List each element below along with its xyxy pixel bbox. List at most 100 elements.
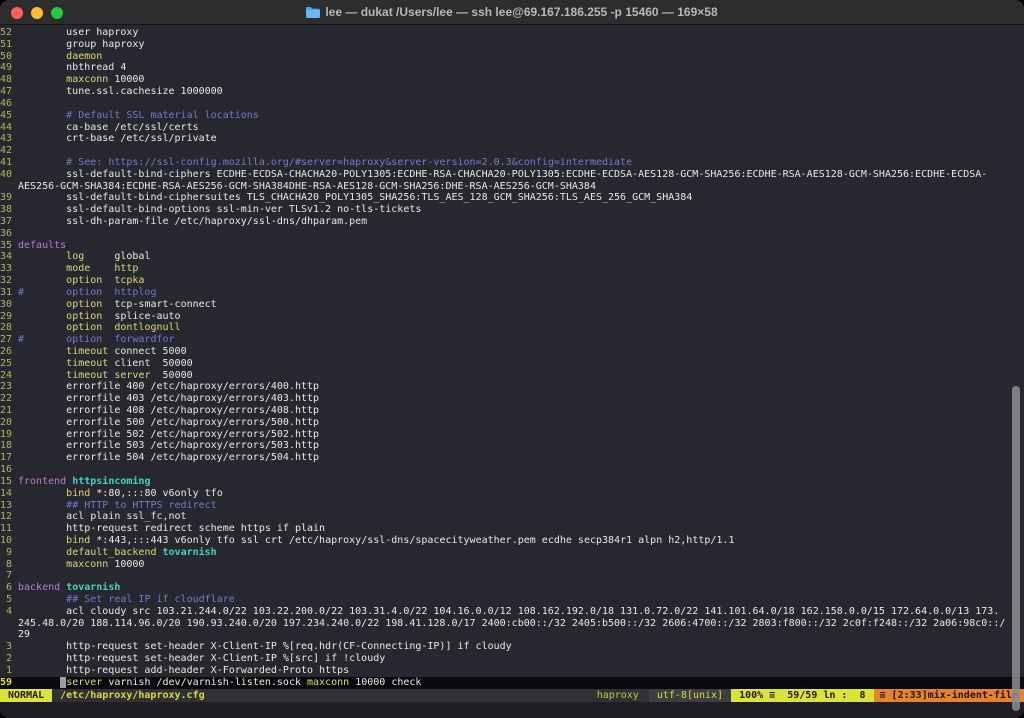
editor-line[interactable]: 5 ## Set real IP if cloudflare xyxy=(0,594,1024,606)
editor-line[interactable]: 26 timeout connect 5000 xyxy=(0,346,1024,358)
line-number: 6 xyxy=(0,582,18,594)
editor-line[interactable]: 25 timeout client 50000 xyxy=(0,358,1024,370)
close-button[interactable] xyxy=(11,7,23,19)
command-line[interactable] xyxy=(0,702,1024,718)
line-number: 43 xyxy=(0,133,18,145)
line-number: 15 xyxy=(0,476,18,488)
editor-line[interactable]: 38 ssl-default-bind-options ssl-min-ver … xyxy=(0,204,1024,216)
editor-line[interactable]: 10 bind *:443,:::443 v6only tfo ssl crt … xyxy=(0,535,1024,547)
line-text: http-request set-header X-Client-IP %[re… xyxy=(18,641,512,653)
line-number: 34 xyxy=(0,251,18,263)
editor-line[interactable]: 37 ssl-dh-param-file /etc/haproxy/ssl-dn… xyxy=(0,216,1024,228)
line-text: bind *:80,:::80 v6only tfo xyxy=(18,488,223,500)
line-number: 26 xyxy=(0,346,18,358)
line-text: defaults xyxy=(18,240,66,252)
editor-line[interactable]: 7 xyxy=(0,570,1024,582)
editor-line[interactable]: 8 maxconn 10000 xyxy=(0,559,1024,571)
scrollbar-thumb[interactable] xyxy=(1012,386,1020,711)
line-number: 37 xyxy=(0,216,18,228)
line-text: frontend httpsincoming xyxy=(18,476,150,488)
editor-line[interactable]: 50 daemon xyxy=(0,51,1024,63)
editor-line[interactable]: 34 log global xyxy=(0,251,1024,263)
editor-line[interactable]: 2 http-request set-header X-Client-IP %[… xyxy=(0,653,1024,665)
editor-line[interactable]: 16 xyxy=(0,464,1024,476)
line-number: 24 xyxy=(0,370,18,382)
editor-line[interactable]: 42 xyxy=(0,145,1024,157)
editor-line-current[interactable]: 59 server varnish /dev/varnish-listen.so… xyxy=(0,677,1024,689)
editor-line[interactable]: 28 option dontlognull xyxy=(0,322,1024,334)
file-path: /etc/haproxy/haproxy.cfg xyxy=(52,689,213,702)
titlebar: lee — dukat /Users/lee — ssh lee@69.167.… xyxy=(0,0,1024,25)
editor-line[interactable]: 6backend tovarnish xyxy=(0,582,1024,594)
line-number: 22 xyxy=(0,393,18,405)
editor-line[interactable]: 29 option splice-auto xyxy=(0,311,1024,323)
editor-line[interactable]: 9 default_backend tovarnish xyxy=(0,547,1024,559)
editor-line[interactable]: 47 tune.ssl.cachesize 1000000 xyxy=(0,86,1024,98)
editor-line[interactable]: 245.48.0/20 188.114.96.0/20 190.93.240.0… xyxy=(0,618,1024,630)
editor-line[interactable]: 52 user haproxy xyxy=(0,27,1024,39)
line-number: 10 xyxy=(0,535,18,547)
line-number: 1 xyxy=(0,665,18,677)
statusbar-spacer xyxy=(213,689,587,702)
fullscreen-button[interactable] xyxy=(51,7,63,19)
line-text: errorfile 500 /etc/haproxy/errors/500.ht… xyxy=(18,417,319,429)
editor-line[interactable]: 30 option tcp-smart-connect xyxy=(0,299,1024,311)
terminal-window: lee — dukat /Users/lee — ssh lee@69.167.… xyxy=(0,0,1024,718)
line-text: nbthread 4 xyxy=(18,62,126,74)
line-text: mode http xyxy=(18,263,138,275)
line-number: 7 xyxy=(0,570,18,582)
line-text: ssl-default-bind-ciphers ECDHE-ECDSA-CHA… xyxy=(18,169,987,181)
editor-line[interactable]: 33 mode http xyxy=(0,263,1024,275)
editor-line[interactable]: 39 ssl-default-bind-ciphersuites TLS_CHA… xyxy=(0,192,1024,204)
editor-line[interactable]: 11 http-request redirect scheme https if… xyxy=(0,523,1024,535)
line-text: ssl-default-bind-options ssl-min-ver TLS… xyxy=(18,204,421,216)
editor-line[interactable]: 51 group haproxy xyxy=(0,39,1024,51)
line-text: acl cloudy src 103.21.244.0/22 103.22.20… xyxy=(18,606,999,618)
line-number: 35 xyxy=(0,240,18,252)
editor-line[interactable]: 13 ## HTTP to HTTPS redirect xyxy=(0,500,1024,512)
editor-line[interactable]: 31# option httplog xyxy=(0,287,1024,299)
editor-line[interactable]: 20 errorfile 500 /etc/haproxy/errors/500… xyxy=(0,417,1024,429)
line-text: errorfile 503 /etc/haproxy/errors/503.ht… xyxy=(18,440,319,452)
editor-line[interactable]: 18 errorfile 503 /etc/haproxy/errors/503… xyxy=(0,440,1024,452)
editor-line[interactable]: 36 xyxy=(0,228,1024,240)
editor-line[interactable]: 17 errorfile 504 /etc/haproxy/errors/504… xyxy=(0,452,1024,464)
editor-line[interactable]: 32 option tcpka xyxy=(0,275,1024,287)
editor-line[interactable]: 46 xyxy=(0,98,1024,110)
editor-line[interactable]: 4 acl cloudy src 103.21.244.0/22 103.22.… xyxy=(0,606,1024,618)
editor-line[interactable]: 45 # Default SSL material locations xyxy=(0,110,1024,122)
editor-line[interactable]: 19 errorfile 502 /etc/haproxy/errors/502… xyxy=(0,429,1024,441)
line-number: 5 xyxy=(0,594,18,606)
editor-line[interactable]: 23 errorfile 400 /etc/haproxy/errors/400… xyxy=(0,381,1024,393)
editor-line[interactable]: 15frontend httpsincoming xyxy=(0,476,1024,488)
line-number: 31 xyxy=(0,287,18,299)
traffic-lights xyxy=(11,0,63,25)
line-text: ssl-default-bind-ciphersuites TLS_CHACHA… xyxy=(18,192,692,204)
editor-line[interactable]: 24 timeout server 50000 xyxy=(0,370,1024,382)
line-text: acl plain ssl_fc,not xyxy=(18,511,187,523)
line-text: daemon xyxy=(18,51,102,63)
line-number: 21 xyxy=(0,405,18,417)
editor-line[interactable]: 40 ssl-default-bind-ciphers ECDHE-ECDSA-… xyxy=(0,169,1024,181)
editor-line[interactable]: 49 nbthread 4 xyxy=(0,62,1024,74)
editor-line[interactable]: 22 errorfile 403 /etc/haproxy/errors/403… xyxy=(0,393,1024,405)
editor-line[interactable]: 14 bind *:80,:::80 v6only tfo xyxy=(0,488,1024,500)
line-number: 25 xyxy=(0,358,18,370)
line-text: # option forwardfor xyxy=(18,334,175,346)
editor-line[interactable]: 21 errorfile 408 /etc/haproxy/errors/408… xyxy=(0,405,1024,417)
editor-line[interactable]: 27# option forwardfor xyxy=(0,334,1024,346)
editor-line[interactable]: 1 http-request add-header X-Forwarded-Pr… xyxy=(0,665,1024,677)
editor-line[interactable]: 12 acl plain ssl_fc,not xyxy=(0,511,1024,523)
line-text: errorfile 403 /etc/haproxy/errors/403.ht… xyxy=(18,393,319,405)
editor-line[interactable]: 3 http-request set-header X-Client-IP %[… xyxy=(0,641,1024,653)
line-number: 20 xyxy=(0,417,18,429)
minimize-button[interactable] xyxy=(31,7,43,19)
editor-line[interactable]: AES256-GCM-SHA384:ECDHE-RSA-AES256-GCM-S… xyxy=(0,181,1024,193)
editor-line[interactable]: 44 ca-base /etc/ssl/certs xyxy=(0,122,1024,134)
editor-line[interactable]: 43 crt-base /etc/ssl/private xyxy=(0,133,1024,145)
editor-line[interactable]: 41 # See: https://ssl-config.mozilla.org… xyxy=(0,157,1024,169)
line-text: http-request add-header X-Forwarded-Prot… xyxy=(18,665,349,677)
editor-line[interactable]: 48 maxconn 10000 xyxy=(0,74,1024,86)
editor-line[interactable]: 29 xyxy=(0,629,1024,641)
editor-line[interactable]: 35defaults xyxy=(0,240,1024,252)
